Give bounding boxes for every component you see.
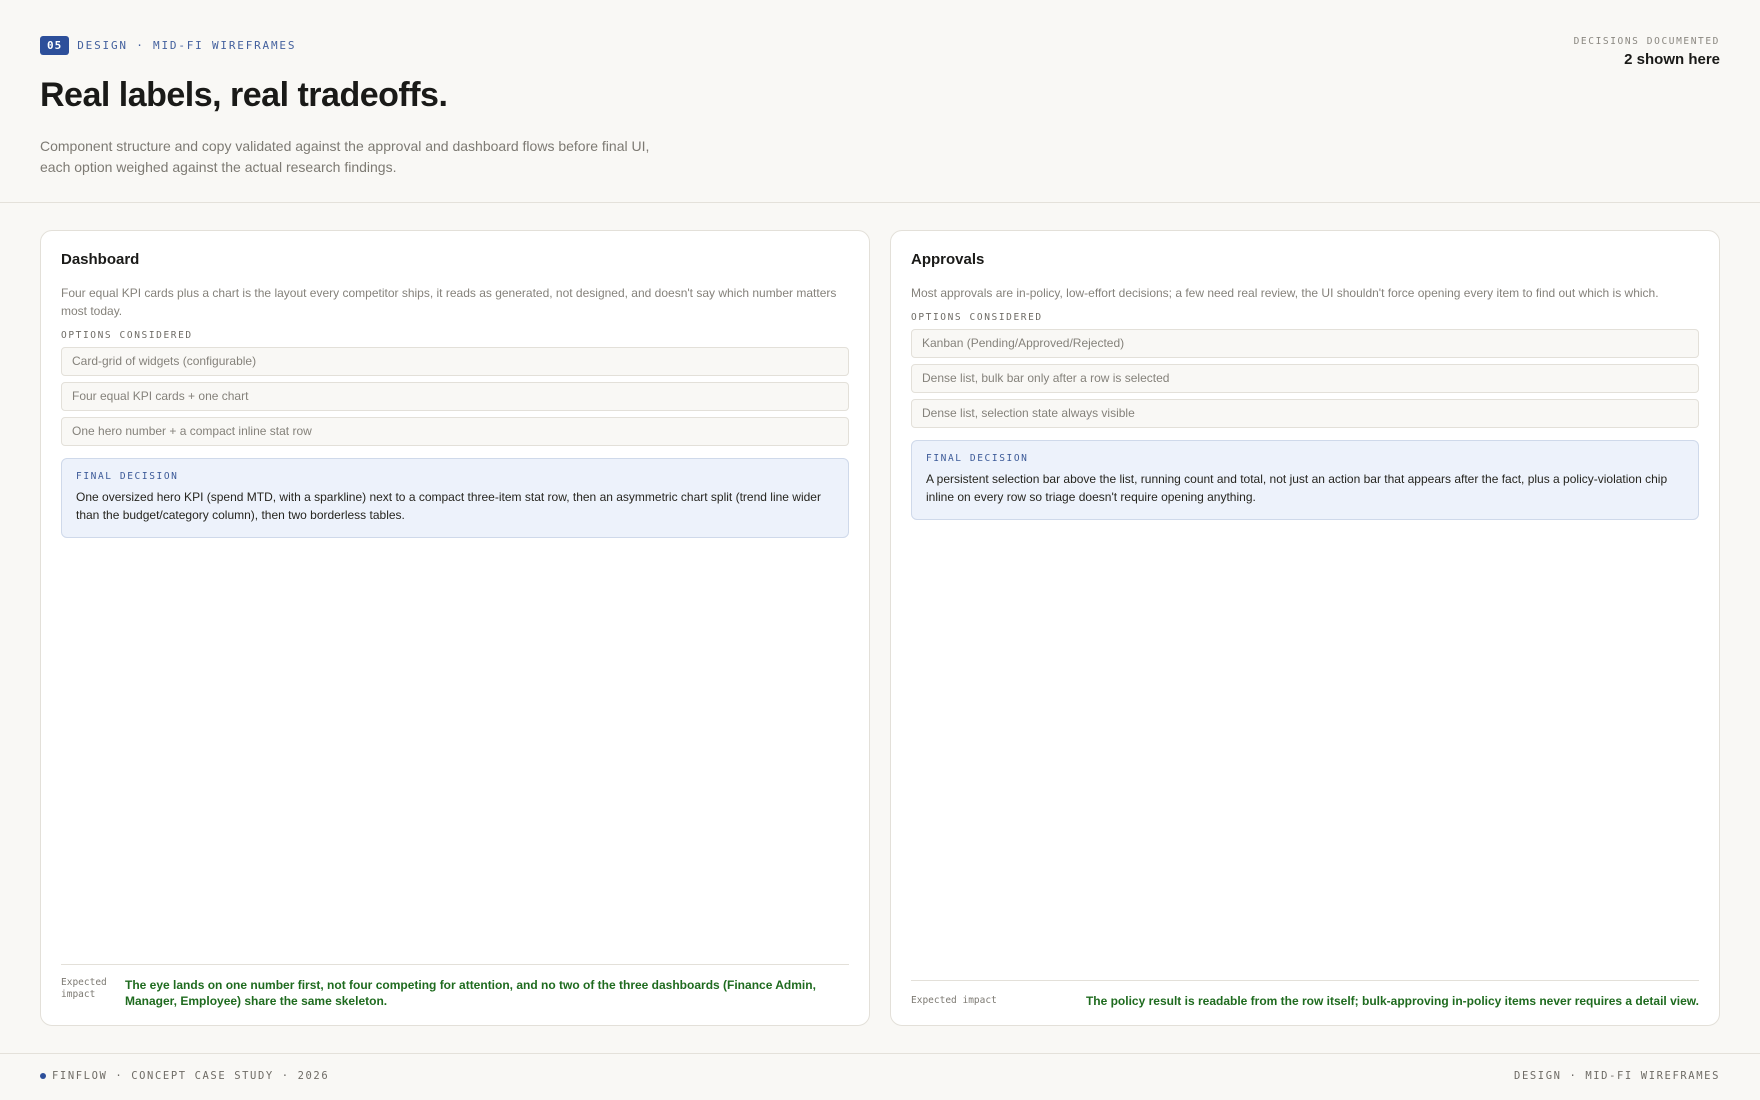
options-label: OPTIONS CONSIDERED <box>61 330 193 341</box>
page-footer: FINFLOW · CONCEPT CASE STUDY · 2026 DESI… <box>40 1070 1720 1082</box>
final-decision-box: FINAL DECISION One oversized hero KPI (s… <box>61 458 849 538</box>
card-title: Dashboard <box>61 251 140 268</box>
final-decision-text: One oversized hero KPI (spend MTD, with … <box>76 490 821 522</box>
footer-left: FINFLOW · CONCEPT CASE STUDY · 2026 <box>40 1070 329 1082</box>
expected-impact-label: Expected impact <box>911 995 997 1006</box>
expected-impact: Expected impact The eye lands on one num… <box>61 964 849 1009</box>
decisions-meta-value: 2 shown here <box>1624 51 1720 68</box>
footer-divider <box>0 1053 1760 1054</box>
option-item: Dense list, bulk bar only after a row is… <box>911 364 1699 393</box>
final-decision-label: FINAL DECISION <box>926 453 1029 464</box>
section-label: DESIGN · MID-FI WIREFRAMES <box>77 39 297 52</box>
option-item: Four equal KPI cards + one chart <box>61 382 849 411</box>
header-divider <box>0 202 1760 203</box>
option-item: Kanban (Pending/Approved/Rejected) <box>911 329 1699 358</box>
section-number-badge: 05 <box>40 36 70 55</box>
card-description: Four equal KPI cards plus a chart is the… <box>61 286 837 318</box>
final-decision-box: FINAL DECISION A persistent selection ba… <box>911 440 1699 520</box>
footer-section-label: DESIGN · MID-FI WIREFRAMES <box>1514 1070 1720 1082</box>
page-subtitle: Component structure and copy validated a… <box>40 138 650 175</box>
page-title: Real labels, real tradeoffs. <box>40 76 448 114</box>
expected-impact-text: The policy result is readable from the r… <box>1085 994 1699 1008</box>
decisions-meta: DECISIONS DOCUMENTED 2 shown here <box>1574 36 1720 68</box>
decisions-meta-label: DECISIONS DOCUMENTED <box>1573 36 1720 47</box>
final-decision-label: FINAL DECISION <box>76 471 179 482</box>
bullet-dot-icon <box>40 1073 46 1079</box>
expected-impact-text: The eye lands on one number first, not f… <box>125 978 816 1008</box>
option-item: One hero number + a compact inline stat … <box>61 417 849 446</box>
decision-card-dashboard: Dashboard Four equal KPI cards plus a ch… <box>40 230 870 1026</box>
card-title: Approvals <box>911 251 985 268</box>
options-label: OPTIONS CONSIDERED <box>911 312 1043 323</box>
option-item: Card-grid of widgets (configurable) <box>61 347 849 376</box>
expected-impact-label: Expected impact <box>61 977 107 1000</box>
expected-impact: Expected impact The policy result is rea… <box>911 980 1699 1009</box>
page-header: 05 DESIGN · MID-FI WIREFRAMES <box>40 36 1720 55</box>
section-eyebrow: 05 DESIGN · MID-FI WIREFRAMES <box>40 36 1720 55</box>
decision-card-approvals: Approvals Most approvals are in-policy, … <box>890 230 1720 1026</box>
card-description: Most approvals are in-policy, low-effort… <box>911 286 1659 300</box>
option-item: Dense list, selection state always visib… <box>911 399 1699 428</box>
footer-project-label: FINFLOW · CONCEPT CASE STUDY · 2026 <box>52 1070 330 1082</box>
final-decision-text: A persistent selection bar above the lis… <box>926 472 1668 504</box>
